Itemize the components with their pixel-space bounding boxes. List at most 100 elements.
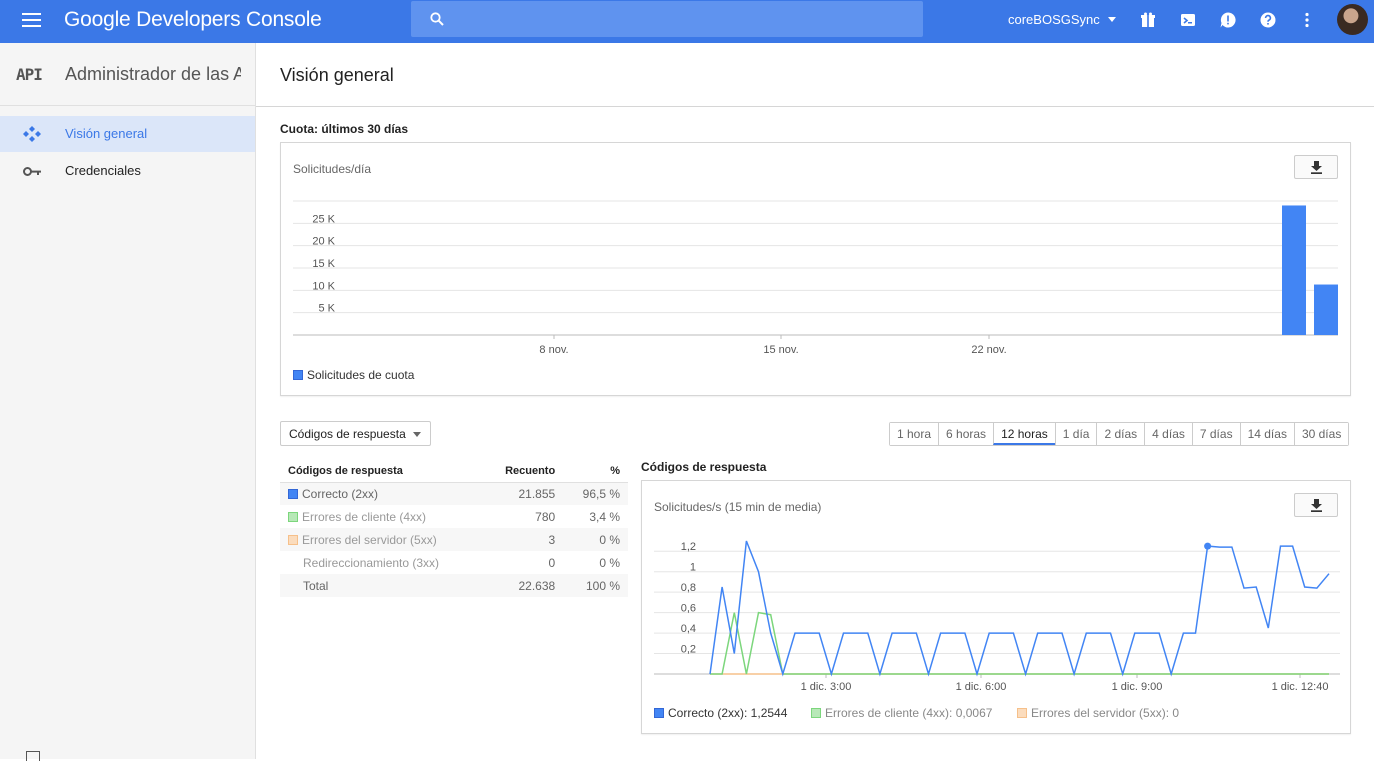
row-label: Errores de cliente (4xx): [280, 505, 483, 528]
chevron-down-icon: [1107, 17, 1116, 22]
row-count: 3: [482, 528, 564, 551]
api-logo: API: [16, 65, 43, 84]
gift-icon[interactable]: [1139, 11, 1157, 29]
sidebar-title: Administrador de las API: [65, 64, 241, 84]
x-tick-label: 15 nov.: [763, 344, 798, 356]
table-header-row: Códigos de respuesta Recuento %: [280, 460, 628, 483]
help-icon[interactable]: [1259, 11, 1277, 29]
range-button[interactable]: 7 días: [1191, 423, 1240, 445]
total-pct: 100 %: [563, 574, 628, 597]
y-tick-label: 5 K: [318, 303, 335, 315]
download-button[interactable]: [1294, 155, 1338, 179]
more-vert-icon[interactable]: [1298, 11, 1316, 29]
x-tick-label: 1 dic. 3:00: [801, 681, 852, 693]
table-row[interactable]: Errores de cliente (4xx) 780 3,4 %: [280, 505, 628, 528]
range-button[interactable]: 12 horas: [993, 423, 1055, 445]
series-line: [710, 611, 1329, 675]
dropdown-value: Códigos de respuesta: [289, 427, 406, 441]
divider: [256, 106, 1374, 107]
row-count: 780: [535, 509, 556, 524]
response-chart: 0,2 0,4 0,6 0,8 1 1,2 1 dic. 3:00 1 dic. 6:00 1 …: [654, 540, 1340, 693]
sidebar-item-overview[interactable]: Visión general: [0, 116, 255, 152]
overview-icon: [23, 126, 41, 142]
app-title[interactable]: Google Developers Console: [64, 8, 322, 32]
range-button[interactable]: 30 días: [1293, 423, 1349, 445]
legend-label: Errores del servidor (5xx): 0: [1031, 706, 1180, 720]
x-tick-label: 1 dic. 9:00: [1112, 681, 1163, 693]
download-icon: [1311, 499, 1322, 512]
menu-icon[interactable]: [22, 12, 42, 28]
row-count: 21.855: [482, 482, 564, 505]
row-label: Redireccionamiento (3xx): [303, 555, 440, 570]
legend-item[interactable]: Correcto (2xx): 1,2544: [654, 706, 787, 720]
chevron-down-icon: [413, 432, 421, 437]
x-tick-label: 22 nov.: [971, 344, 1006, 356]
range-button[interactable]: 1 día: [1054, 423, 1097, 445]
project-selector[interactable]: coreBOSGSync: [1008, 12, 1116, 27]
sidebar-item-label: Credenciales: [65, 163, 141, 178]
legend-item[interactable]: Solicitudes de cuota: [293, 368, 414, 382]
feedback-icon[interactable]: [1219, 11, 1237, 29]
series-swatch[interactable]: [288, 488, 298, 499]
row-label: Errores del servidor (5xx): [280, 528, 483, 551]
sidebar: API Administrador de las API Visión gene…: [0, 43, 256, 761]
sidebar-item-credentials[interactable]: Credenciales: [0, 153, 255, 189]
download-icon: [1311, 161, 1322, 174]
row-pct: 96,5 %: [563, 482, 628, 505]
table-row[interactable]: Errores del servidor (5xx) 3 0 %: [280, 528, 628, 551]
y-tick-label: 10 K: [312, 280, 335, 292]
range-button[interactable]: 6 horas: [938, 423, 994, 445]
bar: [1282, 205, 1306, 335]
series-swatch[interactable]: [288, 534, 298, 545]
legend-swatch: [654, 708, 664, 718]
search-input[interactable]: [457, 1, 917, 37]
range-button[interactable]: 4 días: [1144, 423, 1192, 445]
row-pct: 3,4 %: [589, 509, 620, 524]
y-tick-label: 25 K: [312, 213, 335, 225]
x-tick-label: 8 nov.: [539, 344, 568, 356]
y-tick-label: 1,2: [681, 541, 696, 553]
legend-item[interactable]: Errores de cliente (4xx): 0,0067: [811, 706, 992, 720]
divider: [0, 105, 255, 106]
legend-label: Errores de cliente (4xx): 0,0067: [825, 706, 993, 720]
column-header: %: [563, 460, 628, 483]
quota-chart-card: Solicitudes/día 5 K 10 K 15 K 20 K 25 K 8 nov…: [280, 142, 1351, 396]
x-tick-label: 1 dic. 6:00: [956, 681, 1007, 693]
quota-chart: 5 K 10 K 15 K 20 K 25 K 8 nov. 15 nov. 22 nov.: [293, 200, 1338, 356]
search-box[interactable]: [411, 1, 923, 37]
range-button[interactable]: 1 hora: [890, 423, 939, 445]
project-name: coreBOSGSync: [1008, 12, 1100, 27]
column-header: Recuento: [482, 460, 564, 483]
page-title: Visión general: [280, 65, 394, 85]
data-point: [1204, 542, 1212, 550]
table-row[interactable]: Correcto (2xx) 21.855 96,5 %: [280, 482, 628, 505]
top-app-bar: Google Developers Console coreBOSGSync: [0, 0, 1374, 43]
y-tick-label: 0,6: [681, 603, 696, 615]
search-icon: [430, 12, 444, 26]
y-tick-label: 1: [690, 562, 696, 574]
table-row[interactable]: Redireccionamiento (3xx) 0 0 %: [280, 551, 628, 574]
range-button[interactable]: 14 días: [1239, 423, 1294, 445]
legend-swatch: [1017, 708, 1027, 718]
y-tick-label: 0,2: [681, 644, 696, 656]
y-tick-label: 20 K: [312, 236, 335, 248]
row-label: Correcto (2xx): [280, 482, 483, 505]
y-tick-label: 15 K: [312, 258, 335, 270]
x-tick-label: 1 dic. 12:40: [1272, 681, 1329, 693]
response-code-dropdown[interactable]: Códigos de respuesta: [280, 421, 431, 446]
collapse-sidebar-icon[interactable]: [26, 751, 40, 761]
avatar[interactable]: [1337, 4, 1368, 35]
legend-item[interactable]: Errores del servidor (5xx): 0: [1017, 706, 1179, 720]
bar: [1314, 284, 1338, 335]
response-chart-title: Códigos de respuesta: [641, 460, 767, 474]
column-header: Códigos de respuesta: [280, 460, 483, 483]
response-codes-table: Códigos de respuesta Recuento % Correcto…: [280, 460, 628, 597]
cloud-shell-icon[interactable]: [1179, 11, 1197, 29]
series-swatch[interactable]: [288, 511, 298, 522]
chart-subtitle: Solicitudes/día: [293, 162, 372, 176]
table-total-row: Total 22.638 100 %: [280, 574, 628, 597]
download-button[interactable]: [1294, 493, 1338, 517]
range-button[interactable]: 2 días: [1096, 423, 1145, 445]
legend-swatch: [293, 370, 303, 380]
legend-label: Correcto (2xx): 1,2544: [668, 706, 788, 720]
